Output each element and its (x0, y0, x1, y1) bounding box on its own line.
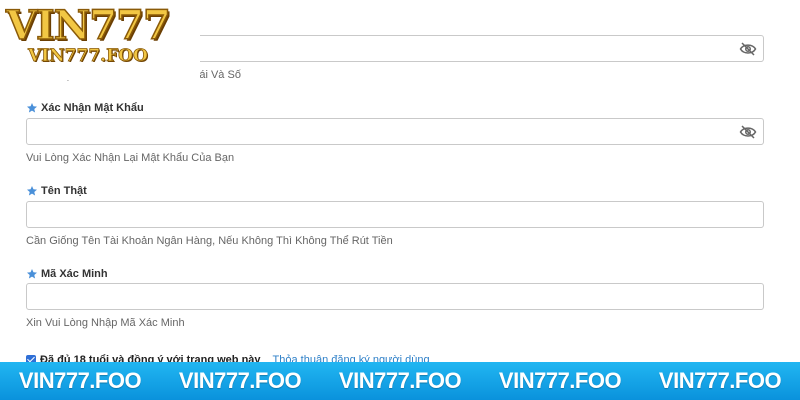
banner-item: VIN777.FOO (338, 368, 462, 393)
logo-brand: VIN777 (5, 1, 171, 50)
banner-item: VIN777.FOO (178, 368, 302, 393)
eye-slash-icon[interactable] (739, 124, 757, 140)
confirm-password-hint: Vui Lòng Xác Nhận Lại Mật Khẩu Của Bạn (26, 152, 235, 164)
eye-slash-icon[interactable] (739, 41, 757, 57)
real-name-label-text: Tên Thật (41, 185, 87, 197)
confirm-password-label: Xác Nhận Mật Khẩu (26, 100, 144, 116)
verification-code-label: Mã Xác Minh (26, 266, 108, 282)
confirm-password-label-text: Xác Nhận Mật Khẩu (41, 102, 144, 114)
star-icon (27, 269, 37, 279)
real-name-label: Tên Thật (26, 183, 87, 199)
star-icon (27, 103, 37, 113)
verification-code-input[interactable] (26, 283, 764, 310)
logo-domain: VIN777.FOO (28, 46, 149, 67)
banner-item: VIN777.FOO (18, 368, 142, 393)
confirm-password-input[interactable] (26, 118, 764, 145)
watermark-banner: VIN777.FOO VIN777.FOO VIN777.FOO VIN777.… (0, 362, 800, 400)
banner-item: VIN777.FOO (658, 368, 782, 393)
star-icon (27, 186, 37, 196)
verification-code-hint: Xin Vui Lòng Nhập Mã Xác Minh (26, 317, 185, 329)
real-name-hint: Cần Giống Tên Tài Khoản Ngân Hàng, Nếu K… (26, 235, 393, 247)
verification-code-label-text: Mã Xác Minh (41, 268, 108, 280)
brand-logo: VIN777 VIN777.FOO (0, 0, 200, 80)
real-name-input[interactable] (26, 201, 764, 228)
banner-item: VIN777.FOO (498, 368, 622, 393)
